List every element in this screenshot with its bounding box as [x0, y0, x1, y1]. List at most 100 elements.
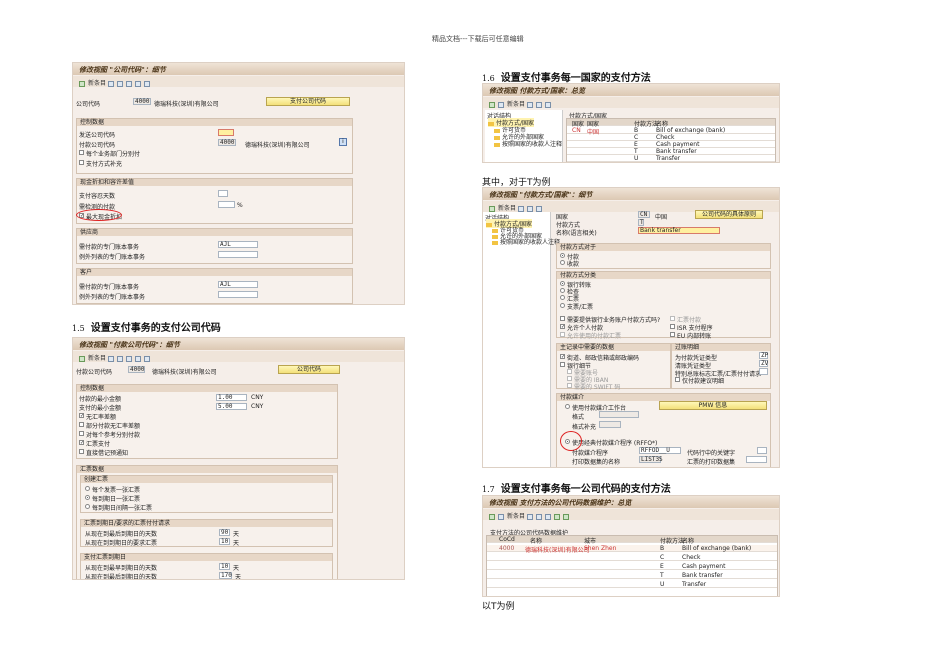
account-checkbox[interactable] — [567, 369, 572, 374]
radio-3[interactable] — [560, 303, 565, 308]
radio-1[interactable] — [560, 288, 565, 293]
radio-1[interactable] — [85, 495, 90, 500]
prev-icon[interactable] — [134, 80, 141, 87]
edit-icon[interactable] — [489, 101, 495, 108]
format-field[interactable] — [599, 411, 639, 418]
undo-icon[interactable] — [125, 355, 132, 362]
sought-input[interactable] — [218, 201, 235, 208]
copy-icon[interactable] — [107, 80, 114, 87]
payment-method-supplement-checkbox[interactable] — [79, 160, 84, 165]
next-icon[interactable] — [143, 80, 150, 87]
checkbox-2[interactable] — [560, 332, 565, 337]
copy-icon[interactable] — [107, 355, 114, 362]
next-icon[interactable] — [143, 355, 150, 362]
checkbox-r2[interactable] — [670, 332, 675, 337]
new-entries-button[interactable]: 新条目 — [88, 355, 106, 362]
min-incoming-input[interactable]: 1.00 — [216, 394, 247, 401]
program-input[interactable]: RFFOD__U — [639, 447, 681, 454]
table-row[interactable]: T Bank transfer — [487, 572, 777, 579]
sp-input[interactable]: AJL — [218, 241, 258, 248]
undo-icon[interactable] — [535, 205, 542, 212]
delete-icon[interactable] — [526, 205, 533, 212]
copy-icon[interactable] — [526, 513, 533, 520]
delete-icon[interactable] — [535, 513, 542, 520]
edit-icon[interactable] — [489, 205, 495, 212]
checkbox-r1[interactable] — [670, 324, 675, 329]
copy-icon[interactable] — [517, 205, 524, 212]
radio-outgoing[interactable] — [560, 253, 565, 258]
checkbox-4[interactable] — [79, 449, 84, 454]
company-code-specs-button[interactable]: 公司代码的具体原则 — [695, 210, 763, 219]
undo-icon[interactable] — [544, 513, 551, 520]
checkbox-1[interactable] — [560, 324, 565, 329]
company-code-button[interactable]: 公司代码 — [278, 365, 340, 374]
tree-item[interactable]: 按照国家的收款人注释 — [494, 139, 562, 148]
table-row[interactable]: C Check — [567, 134, 775, 141]
clearing-doc-input[interactable]: ZV — [759, 360, 768, 367]
checkbox-0[interactable] — [79, 413, 84, 418]
new-entries-button[interactable]: 新条目 — [507, 101, 525, 108]
checkbox-3[interactable] — [79, 440, 84, 445]
table-row[interactable]: 4000 德瑞科技(深圳)有限公司 Shen Zhen B Bill of exchan… — [487, 545, 777, 554]
doc-type-input[interactable]: ZP — [759, 352, 768, 359]
days-input[interactable]: 170 — [219, 572, 232, 579]
radio-0[interactable] — [560, 281, 565, 286]
radio-2[interactable] — [85, 504, 90, 509]
bank-details-checkbox[interactable] — [560, 362, 565, 367]
table-row[interactable]: U Transfer — [567, 155, 775, 162]
table-row[interactable]: E Cash payment — [487, 563, 777, 570]
select-all-icon[interactable] — [553, 513, 560, 520]
tree-item[interactable]: 按照国家的收款人注释 — [492, 237, 560, 246]
copy-icon[interactable] — [526, 101, 533, 108]
delete-icon[interactable] — [116, 355, 123, 362]
info-icon[interactable]: i — [339, 138, 347, 146]
edit-icon[interactable] — [79, 355, 85, 362]
checkbox-1[interactable] — [79, 422, 84, 427]
separate-payment-checkbox[interactable] — [79, 150, 84, 155]
new-entries-button[interactable]: 新条目 — [507, 513, 525, 520]
paying-company-code-button[interactable]: 支付公司代码 — [266, 97, 350, 106]
ex-input[interactable] — [218, 251, 258, 258]
table-row[interactable]: CN 中国 B Bill of exchange (bank) — [567, 127, 775, 136]
radio-2[interactable] — [560, 295, 565, 300]
table-row[interactable]: C Check — [487, 554, 777, 561]
pmw-info-button[interactable]: PMW 信息 — [659, 401, 767, 410]
radio-incoming[interactable] — [560, 260, 565, 265]
edit-icon[interactable] — [79, 80, 85, 87]
swift-checkbox[interactable] — [567, 383, 572, 388]
new-entries-button[interactable]: 新条目 — [88, 80, 106, 87]
format-supplement-field[interactable] — [599, 421, 621, 428]
special-gl-input[interactable] — [759, 368, 768, 375]
days-input[interactable]: 10 — [219, 538, 230, 545]
name-input[interactable]: Bank transfer — [638, 227, 720, 234]
pmw-radio[interactable] — [565, 404, 570, 409]
days-input[interactable]: 90 — [219, 529, 230, 536]
delete-icon[interactable] — [535, 101, 542, 108]
delete-icon[interactable] — [116, 80, 123, 87]
undo-icon[interactable] — [544, 101, 551, 108]
paying-cc-field[interactable]: 4000 — [218, 139, 236, 146]
min-outgoing-input[interactable]: 5.00 — [216, 403, 247, 410]
grace-days-input[interactable] — [218, 190, 228, 197]
sending-cc-input[interactable] — [218, 129, 234, 136]
checkbox-0[interactable] — [560, 316, 565, 321]
table-row[interactable]: U Transfer — [487, 581, 777, 588]
edit-icon[interactable] — [489, 513, 495, 520]
undo-icon[interactable] — [125, 80, 132, 87]
checkbox-2[interactable] — [79, 431, 84, 436]
payment-proposal-checkbox[interactable] — [675, 377, 680, 382]
iban-checkbox[interactable] — [567, 376, 572, 381]
table-row[interactable]: T Bank transfer — [567, 148, 775, 155]
sp-input[interactable]: AJL — [218, 281, 258, 288]
days-input[interactable]: 10 — [219, 563, 230, 570]
deselect-icon[interactable] — [562, 513, 569, 520]
display-icon[interactable] — [498, 101, 504, 108]
ex-input[interactable] — [218, 291, 258, 298]
key-input[interactable] — [757, 447, 767, 454]
prev-icon[interactable] — [134, 355, 141, 362]
new-entries-button[interactable]: 新条目 — [498, 205, 516, 212]
table-row[interactable]: E Cash payment — [567, 141, 775, 148]
display-icon[interactable] — [498, 513, 504, 520]
street-checkbox[interactable] — [560, 354, 565, 359]
radio-0[interactable] — [85, 486, 90, 491]
